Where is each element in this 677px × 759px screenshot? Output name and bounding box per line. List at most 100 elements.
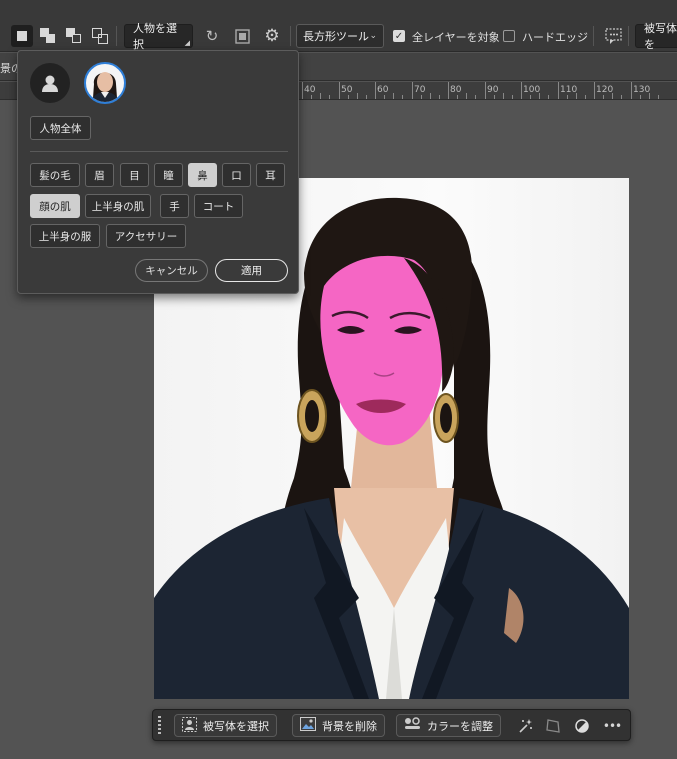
ruler-minor-tick [576,93,577,99]
tool-mode-dropdown[interactable]: 長方形ツール ⌄ [296,24,384,48]
drag-handle-icon[interactable] [158,716,162,735]
cancel-button[interactable]: キャンセル [135,259,208,282]
transform-icon[interactable] [543,716,563,736]
hard-edge-checkbox[interactable] [503,30,515,42]
person-thumbnail[interactable] [84,62,126,104]
ruler-minor-tick [548,95,549,99]
part-label: 上半身の服 [38,230,92,243]
select-subject-task-button[interactable]: 被写体を選択 [174,714,277,737]
ruler-minor-tick [329,95,330,99]
chevron-down-icon: ⌄ [369,31,377,41]
ruler-minor-tick [384,95,385,99]
select-people-label: 人物を選択 [133,22,177,51]
ruler-tick [521,82,522,99]
part-eyes[interactable]: 目 [120,163,149,187]
subtract-from-selection-icon[interactable] [63,25,85,47]
more-options-icon[interactable]: ••• [602,716,622,736]
part-pupils[interactable]: 瞳 [154,163,183,187]
select-people-button[interactable]: 人物を選択 ◢ [124,22,193,51]
part-label: 口 [231,169,242,182]
ruler-minor-tick [466,93,467,99]
ruler-minor-tick [421,95,422,99]
ruler-minor-tick [530,95,531,99]
part-label: 顔の肌 [39,200,71,213]
part-label: 髪の毛 [39,169,71,182]
add-to-selection-icon[interactable] [37,25,59,47]
remove-background-label: 背景を削除 [322,719,377,733]
whole-person-label: 人物全体 [39,122,82,135]
ruler-tick [631,82,632,99]
part-label: 目 [129,169,140,182]
part-upper-body-clothes[interactable]: 上半身の服 [30,224,100,248]
apply-button[interactable]: 適用 [215,259,288,282]
part-hair[interactable]: 髪の毛 [30,163,80,187]
ruler-minor-tick [475,95,476,99]
select-subject-label: 被写体を [644,22,677,51]
ruler-tick [485,82,486,99]
ruler-tick-label: 110 [560,85,578,95]
part-ears[interactable]: 耳 [256,163,285,187]
hard-edge-label: ハードエッジ [522,31,588,44]
ruler-tick [558,82,559,99]
part-label: 瞳 [163,169,174,182]
ruler-minor-tick [320,93,321,99]
cancel-label: キャンセル [145,265,198,277]
part-mouth[interactable]: 口 [222,163,251,187]
whole-person-button[interactable]: 人物全体 [30,116,91,140]
ruler-tick-label: 100 [523,85,541,95]
ruler-minor-tick [311,95,312,99]
feedback-icon[interactable] [602,25,624,47]
dropdown-corner-icon: ◢ [184,39,190,47]
adjust-color-button[interactable]: カラーを調整 [396,714,501,737]
tool-mode-value: 長方形ツール [303,30,369,43]
ruler-minor-tick [457,95,458,99]
apply-label: 適用 [241,265,262,277]
ruler-minor-tick [603,95,604,99]
ruler-minor-tick [503,93,504,99]
generative-fill-icon[interactable] [515,716,535,736]
part-eyebrows[interactable]: 眉 [85,163,114,187]
ruler-minor-tick [348,95,349,99]
part-face-skin[interactable]: 顔の肌 [30,194,80,218]
ruler-minor-tick [494,95,495,99]
ruler-minor-tick [649,93,650,99]
ruler-minor-tick [439,95,440,99]
remove-background-button[interactable]: 背景を削除 [292,714,385,737]
part-hands[interactable]: 手 [160,194,189,218]
ruler-minor-tick [393,93,394,99]
part-label: 上半身の肌 [91,200,145,213]
ruler-minor-tick [585,95,586,99]
ruler-tick-label: 60 [377,85,389,95]
gear-icon[interactable]: ⚙ [261,25,283,47]
select-people-popup: 人物全体 髪の毛 眉 目 瞳 鼻 口 耳 顔の肌 上半身の肌 手 コート 上半身… [17,50,299,294]
ruler-tick-label: 120 [596,85,614,95]
part-nose[interactable]: 鼻 [188,163,217,187]
person-select-icon [182,716,197,735]
part-accessories[interactable]: アクセサリー [106,224,186,248]
select-mask-icon[interactable] [231,25,253,47]
all-layers-checkbox[interactable]: ✓ [393,30,405,42]
ruler-tick-label: 40 [304,85,316,95]
ruler-minor-tick [539,93,540,99]
new-selection-icon[interactable] [11,25,33,47]
adjust-color-icon [404,717,421,734]
part-coat[interactable]: コート [194,194,243,218]
remove-background-icon [300,717,316,734]
part-label: 手 [169,200,180,213]
part-upper-body-skin[interactable]: 上半身の肌 [85,194,151,218]
ruler-tick-label: 90 [487,85,499,95]
ruler-tick-label: 130 [633,85,651,95]
select-subject-task-label: 被写体を選択 [203,719,269,733]
ruler-minor-tick [658,95,659,99]
ruler-tick [448,82,449,99]
select-subject-button[interactable]: 被写体を [635,22,677,51]
ruler-tick [339,82,340,99]
intersect-selection-icon[interactable] [89,25,111,47]
ruler-tick-label: 80 [450,85,462,95]
refresh-icon[interactable]: ↻ [201,25,223,47]
ruler-tick [302,82,303,99]
ruler-tick [594,82,595,99]
person-silhouette-icon[interactable] [30,63,70,103]
adjustment-layer-icon[interactable] [572,716,592,736]
all-layers-label: 全レイヤーを対象 [412,31,500,44]
